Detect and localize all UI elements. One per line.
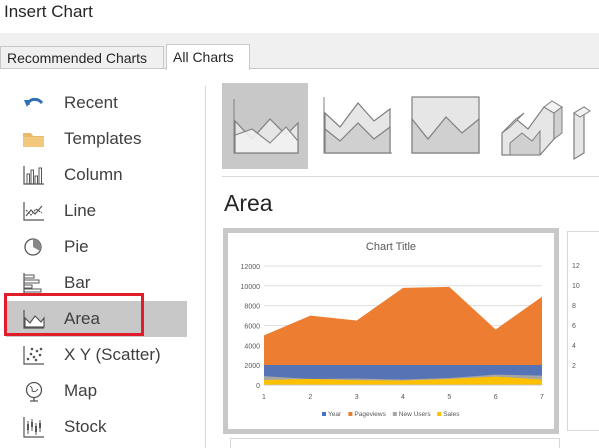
alt-tick-label: 2 (572, 363, 576, 370)
sidebar-item-label: Area (64, 309, 100, 328)
100-percent-stacked-area-chart-icon (411, 96, 480, 154)
y-tick-label: 2000 (244, 363, 260, 370)
sidebar-item-area[interactable]: Area (6, 301, 187, 337)
sidebar-item-label: Map (64, 381, 98, 400)
sidebar-item-label: Line (64, 201, 97, 220)
sidebar-item-column[interactable]: Column (6, 157, 187, 193)
x-tick-label: 2 (308, 394, 312, 401)
y-tick-label: 8000 (244, 304, 260, 311)
stacked-area-chart-icon (323, 97, 392, 154)
sidebar-item-label: Templates (64, 129, 142, 148)
sidebar-item-stock[interactable]: Stock (6, 409, 187, 445)
sidebar-item-label: Recent (64, 93, 118, 112)
y-tick-label: 6000 (244, 324, 260, 331)
tab-recommended-charts[interactable]: Recommended Charts (0, 46, 164, 69)
stock-chart-icon (23, 417, 44, 438)
y-tick-label: 10000 (241, 284, 261, 291)
3d-stacked-area-chart-icon (573, 105, 591, 161)
tab-all-charts[interactable]: All Charts (166, 44, 250, 70)
vertical-divider (205, 86, 206, 448)
sidebar-item-label: Bar (64, 273, 91, 292)
sidebar-item-bar[interactable]: Bar (6, 265, 187, 301)
chart-type-heading: Area (224, 190, 273, 216)
subtype-area[interactable] (222, 83, 308, 169)
legend-label: Pageviews (354, 411, 386, 418)
scatter-chart-icon (23, 346, 44, 365)
chart-preview-next[interactable] (230, 438, 560, 448)
x-tick-label: 4 (401, 394, 405, 401)
sidebar-item-line[interactable]: Line (6, 193, 187, 229)
chart-preview-area[interactable]: Chart Title 0 2000 4000 6000 8000 10000 12000 1… (223, 228, 559, 434)
subtype-3d-stacked-area[interactable] (570, 83, 599, 169)
y-tick-label: 12000 (241, 264, 261, 271)
sidebar-item-label: Stock (64, 417, 107, 436)
x-tick-label: 6 (494, 394, 498, 401)
area-chart-icon (23, 310, 45, 329)
dialog-title: Insert Chart (4, 2, 93, 21)
globe-icon (25, 381, 43, 402)
y-tick-label: 4000 (244, 343, 260, 350)
subtype-stacked-area[interactable] (314, 83, 400, 169)
sidebar-item-label: Pie (64, 237, 89, 256)
y-tick-label: 0 (256, 383, 260, 390)
chart-preview-alt[interactable]: 12 10 8 6 4 2 (567, 231, 599, 431)
tab-bar: Recommended Charts All Charts (0, 33, 599, 70)
area-chart-icon (233, 99, 299, 154)
subtype-3d-area[interactable] (488, 83, 574, 169)
legend-label: New Users (399, 411, 432, 418)
sidebar-item-pie[interactable]: Pie (6, 229, 187, 265)
folder-icon (23, 133, 44, 147)
sidebar-item-xy-scatter[interactable]: X Y (Scatter) (6, 337, 187, 373)
line-chart-icon (23, 202, 44, 221)
legend-swatch (437, 412, 442, 416)
sidebar-item-map[interactable]: Map (6, 373, 187, 409)
legend-swatch (348, 412, 353, 416)
alt-tick-label: 6 (572, 323, 576, 330)
chart-type-sidebar: Recent Templates Column Line Pie Bar Are… (0, 70, 205, 448)
3d-area-chart-icon (501, 100, 563, 156)
legend-swatch (322, 412, 326, 416)
subtype-100-percent-stacked-area[interactable] (402, 83, 488, 169)
x-tick-label: 3 (355, 394, 359, 401)
alt-tick-label: 12 (572, 263, 580, 270)
x-tick-label: 1 (262, 394, 266, 401)
legend-label: Year (328, 411, 342, 418)
area-chart-preview: 0 2000 4000 6000 8000 10000 12000 1 2 3 4 5 6 7 Year Pa… (241, 264, 545, 418)
alt-tick-label: 10 (572, 283, 580, 290)
horizontal-divider (222, 176, 599, 177)
sidebar-item-label: X Y (Scatter) (64, 345, 161, 364)
bar-chart-icon (23, 273, 42, 293)
alt-tick-label: 8 (572, 303, 576, 310)
sidebar-item-templates[interactable]: Templates (6, 121, 187, 157)
legend-swatch (392, 412, 397, 416)
sidebar-item-label: Column (64, 165, 123, 184)
x-tick-label: 7 (540, 394, 544, 401)
pie-chart-icon (24, 238, 42, 256)
undo-arrow-icon (24, 97, 44, 107)
sidebar-item-recent[interactable]: Recent (6, 85, 187, 121)
column-chart-icon (23, 166, 44, 185)
legend-label: Sales (443, 411, 460, 418)
x-tick-label: 5 (447, 394, 451, 401)
alt-tick-label: 4 (572, 343, 576, 350)
chart-preview-alt-axis: 12 10 8 6 4 2 (572, 263, 580, 370)
